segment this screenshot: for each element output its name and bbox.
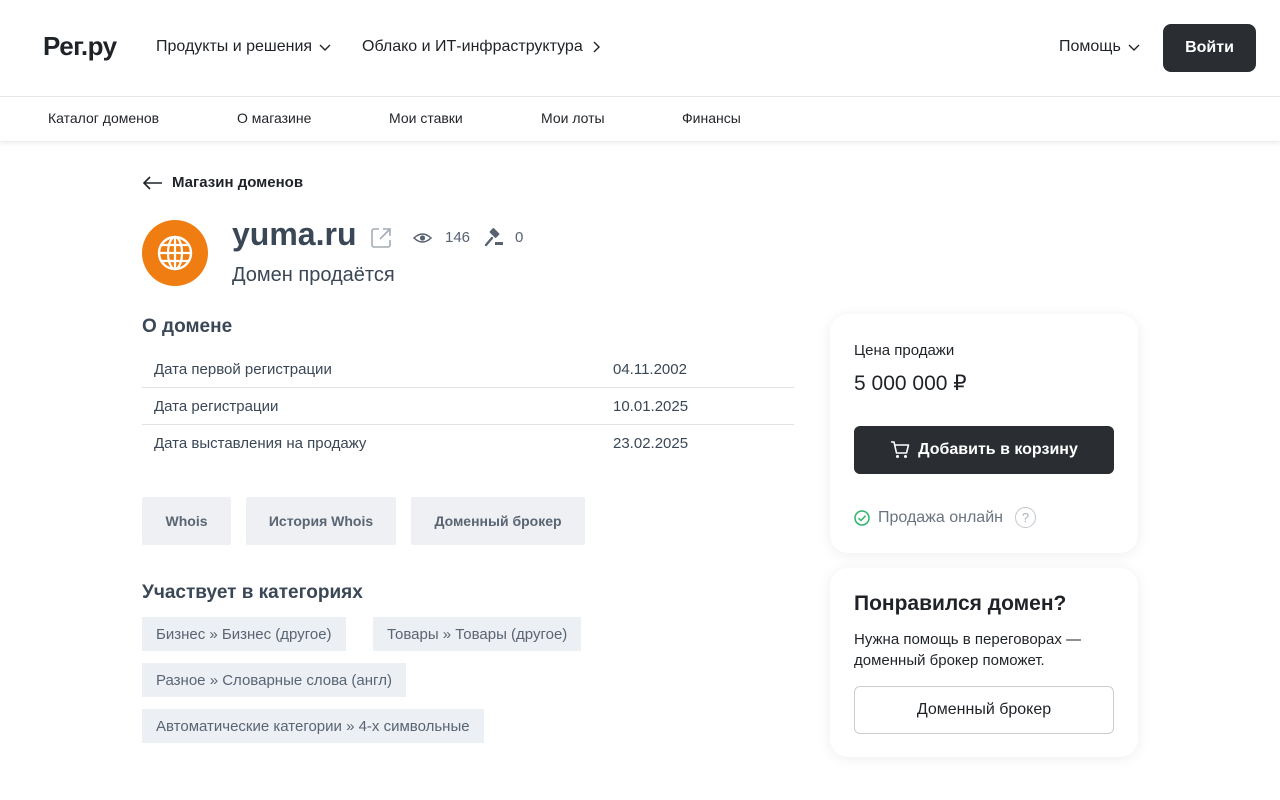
eye-icon (413, 233, 432, 243)
price-card: Цена продажи 5 000 000 ₽ Добавить в корз… (830, 314, 1138, 553)
broker-title: Понравился домен? (854, 592, 1067, 615)
info-row: Дата выставления на продажу 23.02.2025 (142, 425, 794, 462)
external-link-icon[interactable] (369, 226, 393, 250)
about-title: О домене (142, 316, 233, 337)
nav-cloud-label: Облако и ИТ-инфраструктура (362, 38, 583, 55)
domain-broker-button[interactable]: Доменный брокер (854, 686, 1114, 734)
domain-name: yuma.ru (232, 216, 357, 252)
views-count: 146 (445, 229, 471, 246)
cart-icon (891, 441, 910, 458)
categories-title: Участвует в категориях (142, 582, 363, 603)
info-value: 23.02.2025 (613, 435, 689, 452)
online-sale-label: Продажа онлайн (878, 508, 1003, 526)
chevron-right-icon (593, 41, 600, 53)
broker-card: Понравился домен? Нужна помощь в перегов… (830, 568, 1138, 757)
add-to-cart-button[interactable]: Добавить в корзину (854, 426, 1114, 474)
back-link-label: Магазин доменов (172, 174, 304, 191)
category-tag[interactable]: Разное » Словарные слова (англ) (142, 663, 406, 697)
price-value: 5 000 000 ₽ (854, 372, 967, 395)
login-button[interactable]: Войти (1163, 24, 1256, 72)
site-logo[interactable]: Рег.ру (43, 31, 117, 62)
nav-products-label: Продукты и решения (156, 38, 313, 55)
category-tag[interactable]: Автоматические категории » 4-х символьны… (142, 709, 484, 743)
info-row: Дата первой регистрации 04.11.2002 (142, 351, 794, 388)
price-label: Цена продажи (854, 342, 955, 359)
category-tag[interactable]: Товары » Товары (другое) (373, 617, 582, 651)
domain-avatar (142, 220, 208, 286)
chevron-down-icon (1128, 44, 1140, 51)
arrow-left-icon (143, 175, 162, 190)
bids-count: 0 (515, 229, 524, 246)
help-label: Помощь (1059, 38, 1121, 55)
help-menu[interactable]: Помощь (1059, 38, 1141, 56)
domain-broker-tool-button[interactable]: Доменный брокер (411, 497, 585, 545)
info-value: 04.11.2002 (613, 361, 687, 378)
info-label: Дата регистрации (154, 398, 279, 415)
question-icon[interactable]: ? (1014, 507, 1036, 528)
online-sale-status: Продажа онлайн ? (854, 507, 1036, 528)
info-label: Дата выставления на продажу (154, 435, 367, 452)
back-to-shop-link[interactable]: Магазин доменов (143, 174, 303, 191)
nav-products[interactable]: Продукты и решения (156, 38, 332, 56)
check-circle-icon (854, 509, 870, 526)
info-row: Дата регистрации 10.01.2025 (142, 388, 794, 425)
subnav-about-shop[interactable]: О магазине (237, 110, 311, 126)
subnav-finances[interactable]: Финансы (682, 110, 741, 126)
whois-button[interactable]: Whois (142, 497, 231, 545)
domain-status: Домен продаётся (232, 264, 395, 286)
info-label: Дата первой регистрации (154, 361, 332, 378)
whois-history-button[interactable]: История Whois (246, 497, 396, 545)
subnav-my-lots[interactable]: Мои лоты (541, 110, 605, 126)
site-header: Рег.ру Продукты и решения Облако и ИТ-ин… (0, 0, 1280, 97)
globe-icon (157, 235, 193, 271)
broker-text: Нужна помощь в переговорах — доменный бр… (854, 631, 1082, 669)
add-to-cart-label: Добавить в корзину (918, 441, 1078, 458)
chevron-down-icon (319, 44, 331, 51)
shop-subnav: Каталог доменов О магазине Мои ставки Мо… (0, 97, 1280, 142)
info-value: 10.01.2025 (613, 398, 689, 415)
subnav-my-bids[interactable]: Мои ставки (389, 110, 463, 126)
subnav-domain-catalog[interactable]: Каталог доменов (48, 110, 159, 126)
category-tag[interactable]: Бизнес » Бизнес (другое) (142, 617, 346, 651)
gavel-icon (484, 228, 503, 247)
nav-cloud[interactable]: Облако и ИТ-инфраструктура (362, 38, 603, 56)
